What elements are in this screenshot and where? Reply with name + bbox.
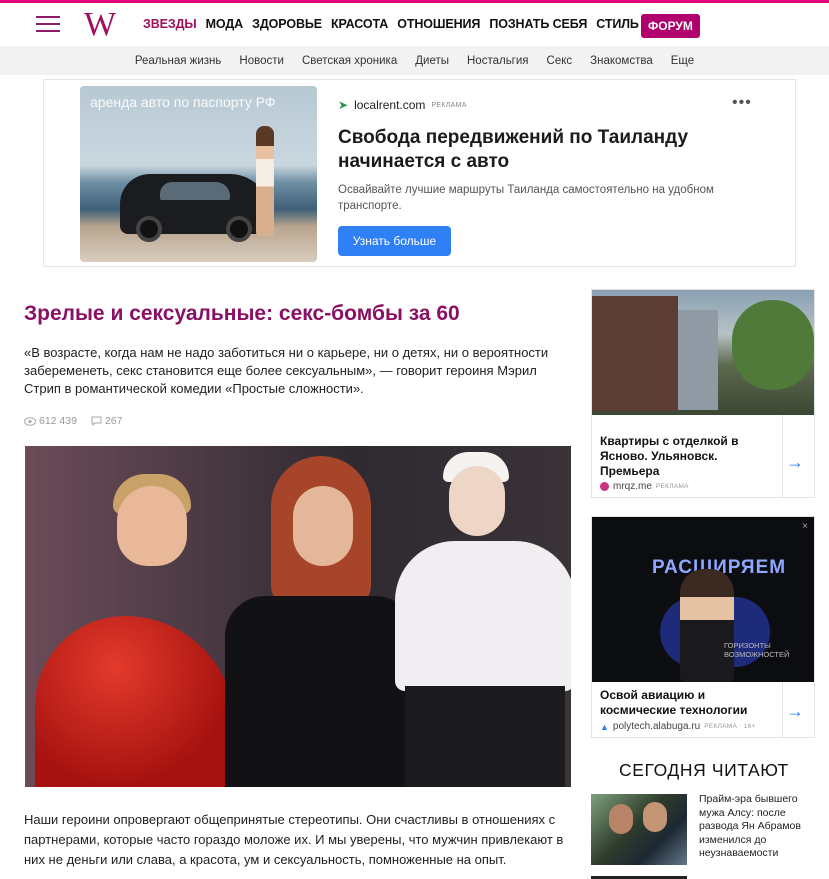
localrent-icon: ➤ [338, 98, 349, 112]
sub-nav: Реальная жизнь Новости Светская хроника … [0, 46, 829, 75]
ad-cta-button[interactable]: Узнать больше [338, 226, 451, 256]
subnav-item-news[interactable]: Новости [239, 55, 284, 67]
sidebar-ad-card-aviation[interactable]: РАСШИРЯЕМ ГОРИЗОНТЫ ВОЗМОЖНОСТЕЙ × Освой… [591, 516, 815, 738]
face-woman [609, 804, 633, 834]
views-counter: 612 439 [24, 415, 77, 427]
comments-counter[interactable]: 267 [91, 415, 123, 427]
face-center [293, 486, 353, 566]
close-icon[interactable]: × [802, 521, 808, 532]
subnav-item-sex[interactable]: Секс [547, 55, 573, 67]
ad-image-caption: аренда авто по паспорту РФ [90, 94, 276, 110]
comments-count: 267 [104, 415, 123, 427]
today-reading-heading: СЕГОДНЯ ЧИТАЮТ [619, 760, 789, 780]
arrow-right-icon[interactable]: → [786, 452, 804, 473]
subnav-item-diets[interactable]: Диеты [415, 55, 449, 67]
building-left [592, 296, 678, 411]
article-stats: 612 439 267 [24, 415, 123, 427]
ad-label: РЕКЛАМА [655, 483, 689, 490]
nav-item-self[interactable]: ПОЗНАТЬ СЕБЯ [489, 17, 587, 31]
subnav-item-chronicle[interactable]: Светская хроника [302, 55, 397, 67]
more-options-icon[interactable]: ••• [732, 94, 752, 112]
nav-item-fashion[interactable]: МОДА [206, 17, 244, 31]
article-photo [25, 446, 571, 787]
building-center [678, 310, 718, 410]
main-nav: ЗВЕЗДЫ МОДА ЗДОРОВЬЕ КРАСОТА ОТНОШЕНИЯ П… [143, 17, 697, 31]
subnav-item-dating[interactable]: Знакомства [590, 55, 653, 67]
ad-text: Освайвайте лучшие маршруты Таиланда само… [338, 184, 714, 212]
divider [782, 682, 783, 738]
ad-label: РЕКЛАМА · 16+ [704, 723, 756, 730]
source-domain: polytech.alabuga.ru [612, 721, 701, 732]
subnav-item-more[interactable]: Еще [671, 55, 694, 67]
polytech-logo-icon: ▲ [600, 721, 609, 732]
red-dress [35, 616, 235, 787]
eye-icon [24, 416, 36, 426]
today-item-image[interactable] [591, 794, 687, 865]
nav-item-beauty[interactable]: КРАСОТА [331, 17, 388, 31]
card-title[interactable]: Квартиры с отделкой в Ясново. Ульяновск.… [600, 434, 760, 479]
site-logo[interactable]: W [84, 7, 116, 43]
source-logo-icon [600, 482, 609, 491]
ad-source[interactable]: ➤ localrent.com РЕКЛАМА [338, 98, 467, 112]
aviation-image[interactable]: РАСШИРЯЕМ ГОРИЗОНТЫ ВОЗМОЖНОСТЕЙ × [592, 517, 814, 682]
comment-icon [91, 416, 102, 426]
face-left [117, 486, 187, 566]
article-lead: «В возрасте, когда нам не надо заботитьс… [24, 345, 549, 396]
article-title: Зрелые и сексуальные: секс-бомбы за 60 [24, 302, 460, 325]
girl-figure [680, 569, 734, 682]
ad-banner[interactable]: аренда авто по паспорту РФ ➤ localrent.c… [43, 79, 796, 267]
menu-icon[interactable] [36, 16, 60, 34]
face-man [643, 802, 667, 832]
subnav-item-real-life[interactable]: Реальная жизнь [135, 55, 222, 67]
top-navbar: W ЗВЕЗДЫ МОДА ЗДОРОВЬЕ КРАСОТА ОТНОШЕНИЯ… [0, 0, 829, 46]
black-dress [225, 596, 415, 787]
woman-illustration [256, 126, 274, 236]
apartments-image[interactable] [592, 290, 814, 415]
sidebar-ad-card-apartments[interactable]: Квартиры с отделкой в Ясново. Ульяновск.… [591, 289, 815, 498]
nav-item-stars[interactable]: ЗВЕЗДЫ [143, 17, 197, 31]
ad-image[interactable]: аренда авто по паспорту РФ [80, 86, 317, 262]
nav-item-relationships[interactable]: ОТНОШЕНИЯ [397, 17, 480, 31]
ad-label: РЕКЛАМА [431, 101, 467, 109]
car-illustration [120, 174, 270, 242]
source-domain: mrqz.me [613, 481, 652, 492]
nav-item-health[interactable]: ЗДОРОВЬЕ [252, 17, 322, 31]
arrow-right-icon[interactable]: → [786, 701, 804, 722]
image-subtitle: ГОРИЗОНТЫ ВОЗМОЖНОСТЕЙ [724, 641, 790, 659]
tree [732, 300, 814, 390]
face-right [449, 466, 505, 536]
card-source: mrqz.me РЕКЛАМА [600, 481, 689, 492]
ad-title[interactable]: Свобода передвижений по Таиланду начинае… [338, 126, 758, 174]
ad-source-domain: localrent.com [354, 98, 426, 112]
article-body: Наши героини опровергают общепринятые ст… [24, 812, 564, 867]
divider [782, 415, 783, 498]
subnav-item-nostalgia[interactable]: Ностальгия [467, 55, 529, 67]
forum-button[interactable]: ФОРУМ [641, 14, 700, 38]
card-source: ▲ polytech.alabuga.ru РЕКЛАМА · 16+ [600, 721, 756, 732]
white-blouse [395, 541, 571, 691]
today-item-link[interactable]: Прайм-эра бывшего мужа Алсу: после разво… [699, 793, 809, 861]
card-title[interactable]: Освой авиацию и космические технологии [600, 688, 760, 718]
views-count: 612 439 [39, 415, 77, 427]
black-skirt [405, 686, 565, 787]
